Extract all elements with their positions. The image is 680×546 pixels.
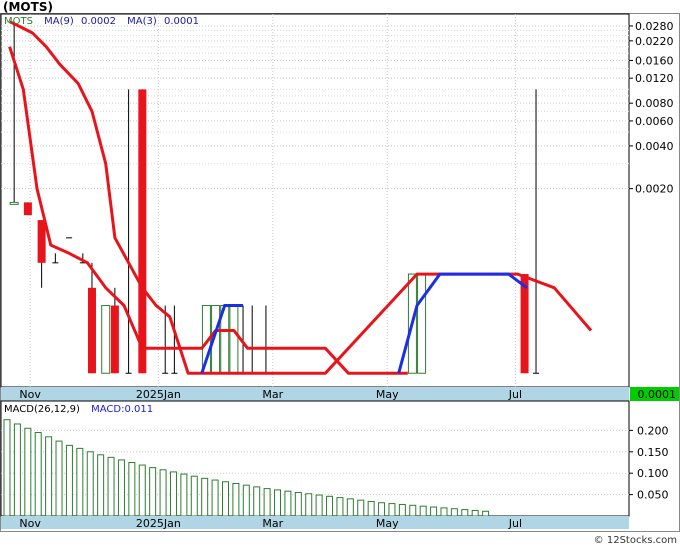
macd-bar — [471, 509, 479, 517]
price-pane: 0.0280 0.0220 0.0160 0.0120 0.0080 0.0060 0.00… — [0, 13, 674, 388]
watermark: © 12Stocks.com — [594, 535, 677, 546]
macd-bar — [24, 427, 32, 517]
macd-bar — [430, 506, 438, 517]
macd-x-tick-label: May — [376, 517, 399, 530]
stock-chart: 0.0280 0.0220 0.0160 0.0120 0.0080 0.0060 0.00… — [0, 0, 680, 546]
candle-body-down — [110, 305, 119, 374]
candle-body-down — [23, 202, 32, 216]
macd-pane: 0.200 0.150 0.100 0.050 — [0, 400, 669, 517]
macd-bar — [346, 498, 354, 517]
macd-bar — [76, 447, 84, 517]
chart-title: (MOTS) — [3, 0, 53, 14]
candle-body-up — [229, 305, 239, 374]
legend-ma9-value: 0.0002 — [81, 16, 116, 27]
macd-bar — [117, 459, 125, 517]
macd-bar — [232, 482, 240, 517]
macd-bar — [326, 495, 334, 517]
macd-bar — [461, 509, 469, 517]
macd-bar — [263, 488, 271, 517]
price-y-tick-label: 0.0080 — [635, 97, 674, 110]
candle-body-down — [87, 287, 96, 374]
macd-bar — [190, 475, 198, 517]
macd-bar — [242, 484, 250, 517]
macd-bar — [86, 451, 94, 517]
macd-bar — [336, 497, 344, 517]
macd-bar — [201, 477, 209, 517]
legend-ma9: MA(9) — [44, 16, 74, 27]
price-y-tick-label: 0.0120 — [635, 72, 674, 85]
macd-bar — [159, 469, 167, 517]
price-x-tick-label: May — [376, 388, 399, 401]
macd-bar — [97, 454, 105, 517]
macd-bar — [274, 489, 282, 517]
legend-symbol: MOTS — [4, 16, 33, 27]
macd-bar — [107, 456, 115, 517]
candle-body-up — [101, 305, 111, 374]
macd-bar — [253, 486, 261, 517]
legend-ma3-value: 0.0001 — [164, 16, 199, 27]
macd-bar — [388, 503, 396, 517]
macd-bar — [409, 504, 417, 517]
macd-bar — [211, 479, 219, 517]
candle-body-down — [138, 89, 147, 374]
macd-bar — [440, 507, 448, 517]
macd-bar — [294, 491, 302, 517]
macd-y-tick-label: 0.100 — [637, 467, 669, 480]
price-y-tick-label: 0.0160 — [635, 54, 674, 67]
macd-x-tick-label: Jul — [508, 517, 522, 530]
price-y-tick-label: 0.0020 — [635, 183, 674, 196]
macd-bar — [65, 444, 73, 517]
price-x-tick-label: 2025Jan — [136, 388, 181, 401]
macd-bar — [34, 432, 42, 517]
macd-legend-label: MACD(26,12,9) — [4, 404, 80, 415]
macd-bar — [450, 508, 458, 517]
candle-body-down — [520, 274, 529, 374]
macd-legend: MACD(26,12,9) MACD:0.011 — [4, 404, 153, 415]
macd-bar — [3, 419, 11, 517]
candle-body-up — [417, 273, 427, 374]
price-y-tick-label: 0.0060 — [635, 115, 674, 128]
candle-body-down — [37, 220, 46, 263]
macd-bar — [284, 490, 292, 517]
macd-bar — [398, 503, 406, 517]
macd-bar — [138, 464, 146, 517]
price-y-tick-label: 0.0220 — [635, 35, 674, 48]
macd-bar — [180, 473, 188, 517]
price-y-tick-label: 0.0280 — [635, 20, 674, 33]
legend: MOTS MA(9) 0.0002 MA(3) 0.0001 — [4, 16, 199, 27]
price-x-tick-label: Nov — [19, 388, 41, 401]
macd-bar — [305, 493, 313, 517]
last-price-label: 0.0001 — [638, 388, 677, 401]
macd-bar — [149, 467, 157, 517]
macd-bar — [419, 505, 427, 517]
macd-y-tick-label: 0.200 — [637, 424, 669, 437]
macd-bar — [378, 502, 386, 517]
macd-y-tick-label: 0.050 — [637, 489, 669, 502]
candle-body-up — [9, 201, 19, 205]
macd-y-tick-label: 0.150 — [637, 446, 669, 459]
price-y-tick-label: 0.0040 — [635, 140, 674, 153]
macd-x-axis-strip — [1, 516, 629, 529]
macd-bar — [315, 494, 323, 517]
macd-bar — [357, 499, 365, 517]
macd-legend-value: MACD:0.011 — [91, 404, 153, 415]
macd-bar — [367, 500, 375, 517]
macd-bar — [13, 423, 21, 517]
macd-bar — [128, 462, 136, 517]
macd-bar — [169, 471, 177, 517]
macd-bar — [55, 440, 63, 517]
macd-x-tick-label: 2025Jan — [136, 517, 181, 530]
macd-bar — [45, 436, 53, 517]
legend-ma3: MA(3) — [127, 16, 157, 27]
price-x-tick-label: Jul — [508, 388, 522, 401]
macd-x-tick-label: Mar — [262, 517, 283, 530]
macd-bar — [482, 510, 490, 517]
macd-x-tick-label: Nov — [19, 517, 41, 530]
price-x-axis-strip — [1, 387, 629, 401]
macd-bar — [221, 481, 229, 517]
price-x-tick-label: Mar — [262, 388, 283, 401]
